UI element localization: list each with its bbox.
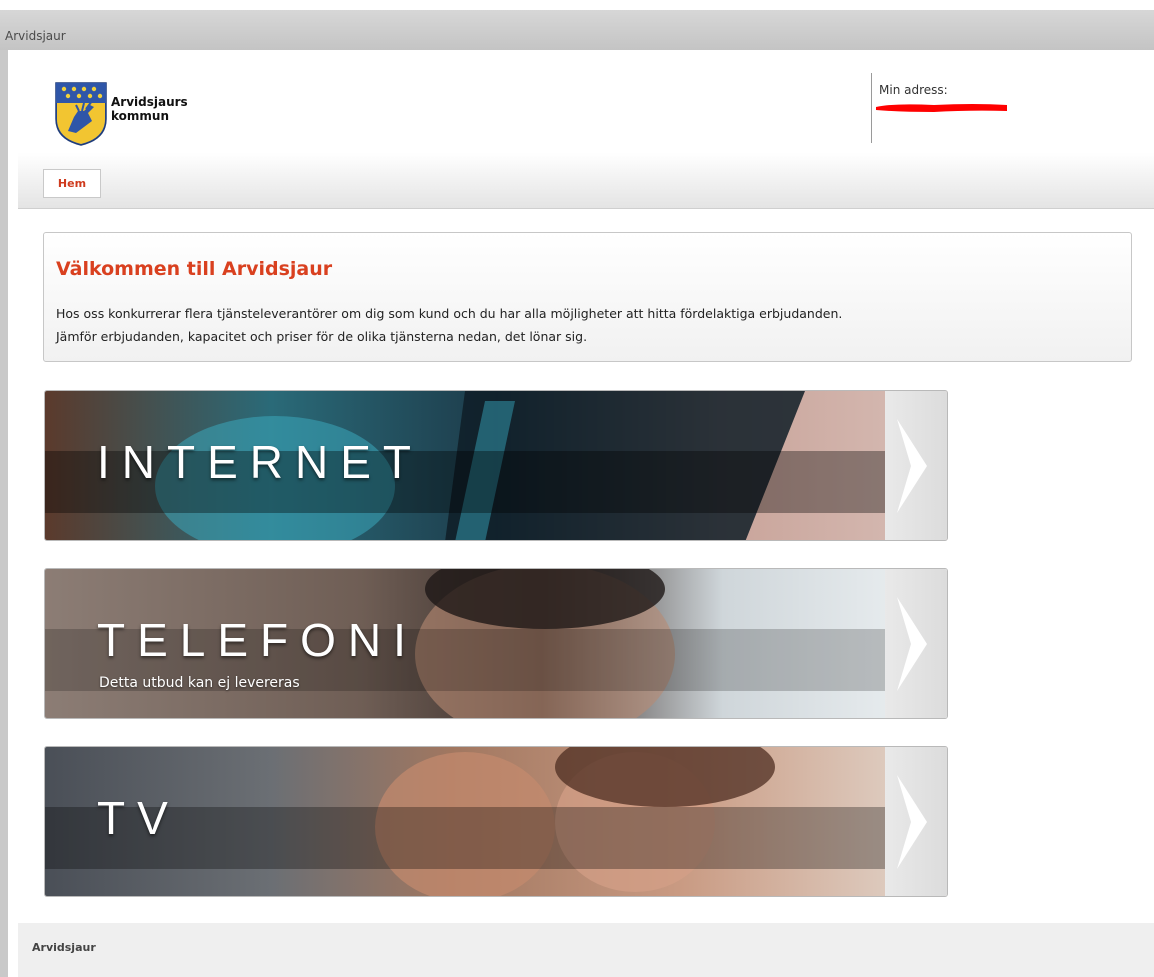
service-telefoni[interactable]: TELEFONI Detta utbud kan ej levereras bbox=[44, 568, 948, 719]
site-header: Arvidsjaurs kommun Min adress: Hem bbox=[18, 50, 1154, 209]
footer-text: Arvidsjaur bbox=[32, 941, 96, 954]
logo-line-2: kommun bbox=[111, 109, 169, 123]
window-title: Arvidsjaur bbox=[5, 29, 66, 43]
chevron-right-icon[interactable] bbox=[885, 747, 947, 896]
nav-item-hem[interactable]: Hem bbox=[43, 169, 101, 198]
service-label-tv: TV bbox=[97, 792, 180, 844]
service-tv[interactable]: TV bbox=[44, 746, 948, 897]
welcome-panel: Välkommen till Arvidsjaur Hos oss konkur… bbox=[43, 232, 1132, 362]
service-label-telefoni: TELEFONI bbox=[97, 614, 418, 666]
service-note-telefoni: Detta utbud kan ej levereras bbox=[99, 675, 300, 691]
tv-banner-image bbox=[45, 747, 947, 896]
chevron-right-icon[interactable] bbox=[885, 569, 947, 718]
service-label-internet: INTERNET bbox=[97, 436, 423, 488]
welcome-text-line-1: Hos oss konkurrerar flera tjänsteleveran… bbox=[56, 306, 843, 321]
window-titlebar: Arvidsjaur bbox=[0, 10, 1154, 50]
logo-line-1: Arvidsjaurs bbox=[111, 95, 188, 109]
logo-text: Arvidsjaurs kommun bbox=[111, 95, 188, 123]
address-divider bbox=[871, 73, 872, 143]
address-label: Min adress: bbox=[879, 83, 948, 97]
welcome-text-line-2: Jämför erbjudanden, kapacitet och priser… bbox=[56, 329, 588, 344]
service-internet[interactable]: INTERNET bbox=[44, 390, 948, 541]
coat-of-arms-logo[interactable] bbox=[54, 81, 108, 147]
left-border bbox=[0, 50, 8, 977]
chevron-right-icon[interactable] bbox=[885, 391, 947, 540]
top-band bbox=[0, 0, 1154, 10]
redacted-address bbox=[876, 104, 1007, 112]
welcome-title: Välkommen till Arvidsjaur bbox=[56, 258, 333, 280]
site-footer: Arvidsjaur bbox=[18, 923, 1154, 977]
